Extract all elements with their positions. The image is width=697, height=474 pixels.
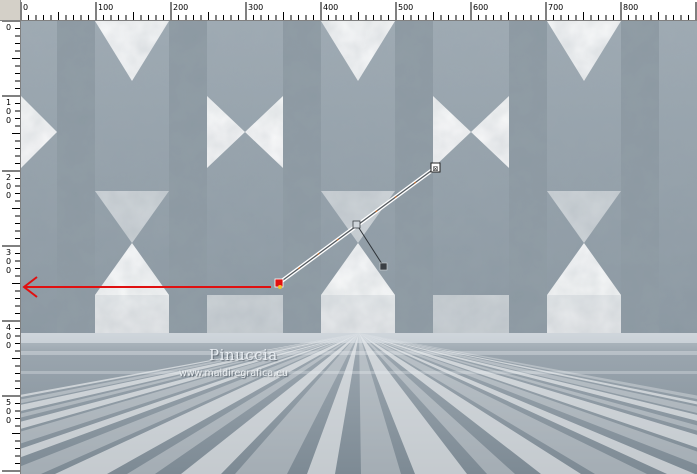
ruler-label: 0 (6, 416, 11, 425)
ruler-label: 3 (6, 248, 11, 257)
ruler-label: 0 (6, 332, 11, 341)
ruler-label: 0 (6, 23, 11, 32)
ruler-label: 700 (548, 3, 563, 12)
ruler-label: 0 (6, 257, 11, 266)
svg-text:⊠: ⊠ (433, 165, 439, 173)
ruler-label: 4 (6, 323, 11, 332)
ruler-label: 0 (23, 3, 28, 12)
watermark-title: Pinuccia (209, 346, 278, 364)
watermark-url: www.maidiregrafica.eu (179, 368, 289, 379)
ruler-label: 100 (98, 3, 113, 12)
ruler-label: 500 (398, 3, 413, 12)
ruler-origin-corner[interactable] (0, 0, 21, 21)
vertical-ruler[interactable]: 0100200300400500 (0, 20, 21, 474)
horizontal-ruler-ticks: 0 100 200 300 400 500 600 700 800 (20, 2, 697, 20)
ruler-label: 0 (6, 407, 11, 416)
rotation-handle[interactable] (379, 262, 388, 271)
ruler-label: 0 (6, 266, 11, 275)
ruler-label: 5 (6, 398, 11, 407)
ruler-label: 1 (6, 98, 11, 107)
ruler-label: 2 (6, 173, 11, 182)
ruler-label: 0 (6, 341, 11, 350)
ruler-label: 400 (323, 3, 338, 12)
ruler-label: 0 (6, 182, 11, 191)
floor-perspective (21, 333, 697, 474)
ruler-label: 600 (473, 3, 488, 12)
ruler-label: 800 (623, 3, 638, 12)
ruler-label: 0 (6, 191, 11, 200)
center-handle[interactable] (352, 220, 361, 229)
ruler-label: 300 (248, 3, 263, 12)
image-canvas[interactable]: ⊠ Pinuccia www.maidiregrafica.eu (21, 21, 697, 474)
ruler-label: 200 (173, 3, 188, 12)
canvas-artwork: ⊠ (21, 21, 697, 474)
vertical-ruler-ticks: 0100200300400500 (2, 20, 20, 472)
ruler-label: 0 (6, 107, 11, 116)
ruler-label: 0 (6, 116, 11, 125)
horizontal-ruler[interactable]: 0 100 200 300 400 500 600 700 800 (0, 0, 697, 21)
